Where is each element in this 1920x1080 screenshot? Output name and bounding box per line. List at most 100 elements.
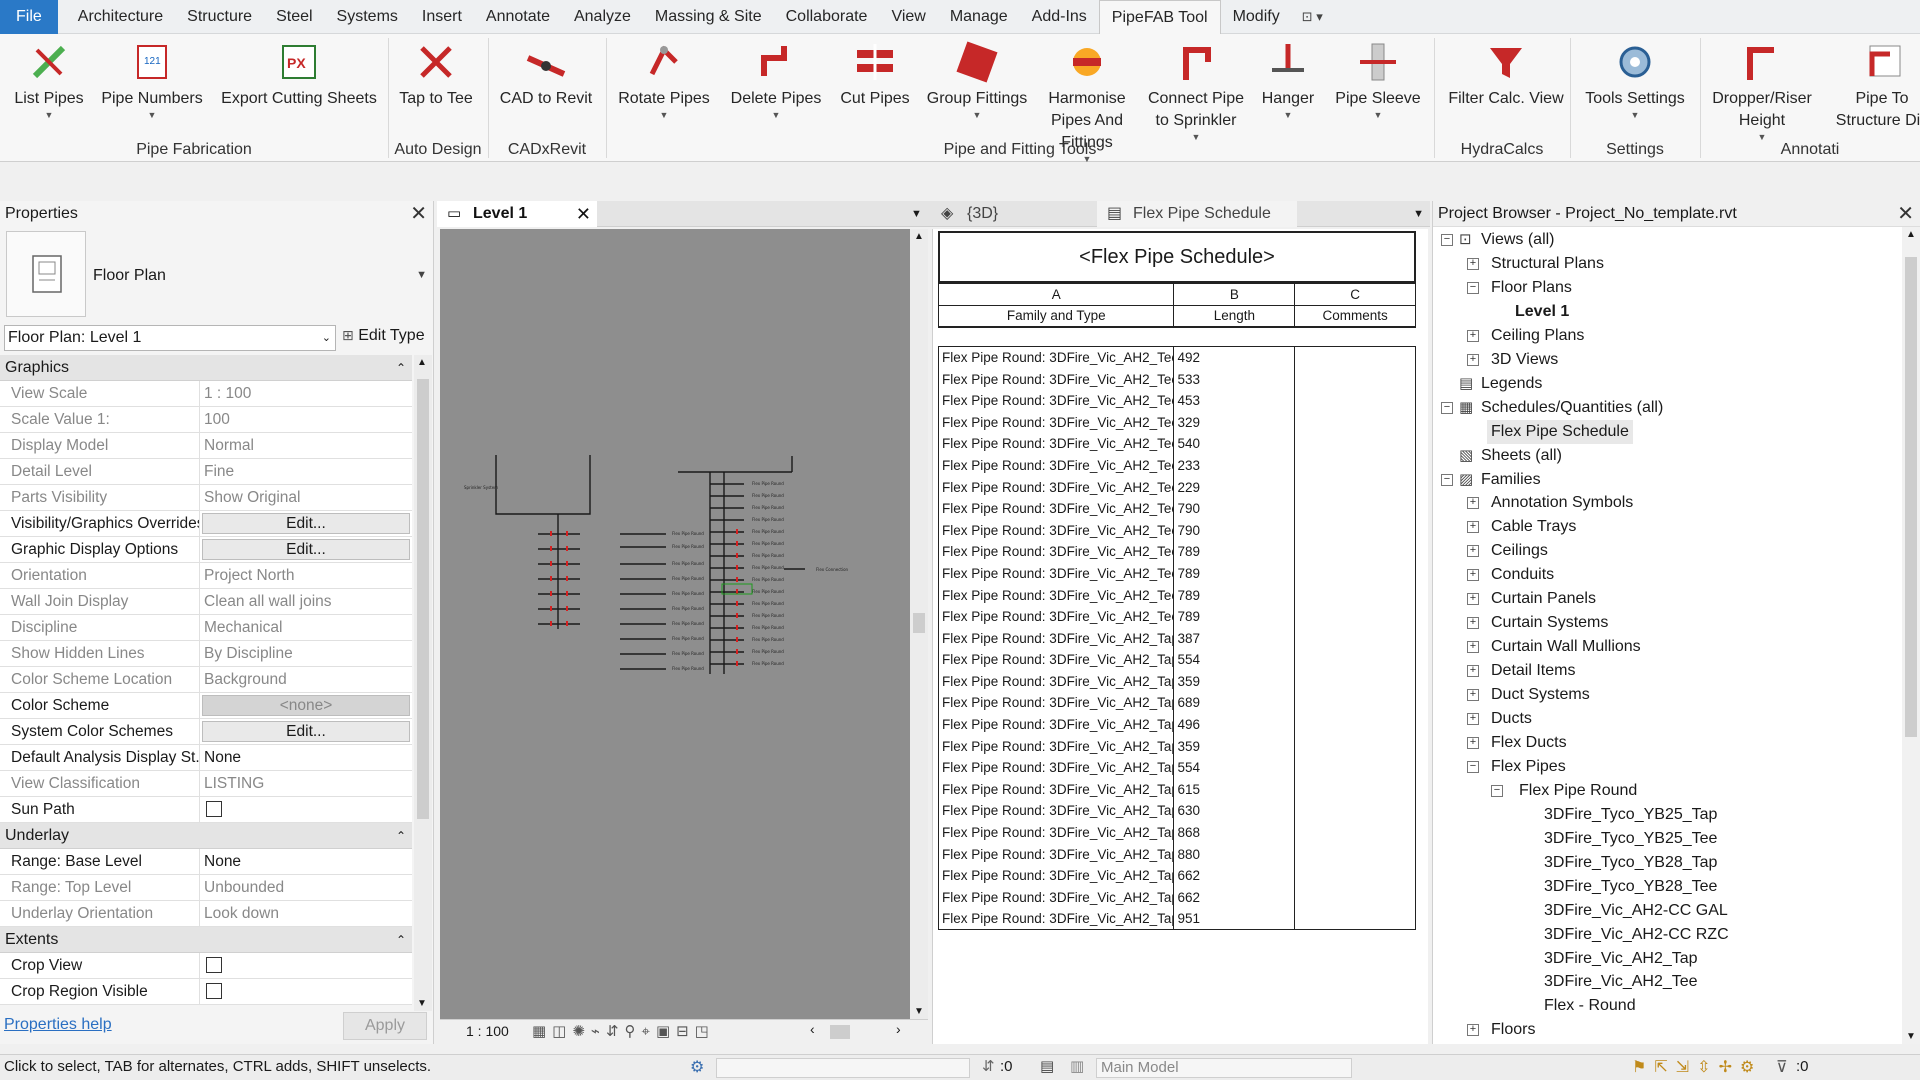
scroll-up-icon[interactable]: ▲ [417,357,427,368]
main-model-dropdown[interactable]: Main Model [1096,1058,1352,1078]
length-cell[interactable]: 789 [1173,584,1296,606]
comments-cell[interactable] [1294,605,1416,628]
ribbon-button-11[interactable]: Hanger ▼ [1248,34,1328,146]
ribbon-button-10[interactable]: Connect Pipe to Sprinkler ▼ [1146,34,1246,146]
property-row[interactable]: Crop View [0,953,412,979]
length-cell[interactable]: 868 [1173,821,1296,844]
property-value[interactable]: Unbounded [200,875,412,900]
worksharing-icon[interactable]: ⚙ [690,1057,704,1077]
ribbon-button-13[interactable]: Filter Calc. View [1436,34,1576,146]
section-underlay[interactable]: Underlay ⌃ [0,823,412,849]
selection-filter-icons[interactable]: ⚑⇱⇲⇳✢⚙ [1632,1057,1762,1077]
type-thumbnail[interactable] [6,231,86,317]
length-cell[interactable]: 789 [1173,605,1296,628]
property-row[interactable]: Default Analysis Display St... None [0,745,412,771]
type-dropdown-icon[interactable]: ▼ [416,269,427,281]
ribbon-button-5[interactable]: Rotate Pipes ▼ [612,34,716,146]
property-row[interactable]: Sun Path [0,797,412,823]
browser-item[interactable]: 3DFire_Tyco_YB25_Tap [1433,803,1903,827]
column-letter[interactable]: B [1173,283,1296,306]
comments-cell[interactable] [1294,541,1416,563]
ribbon-button-16[interactable]: Pipe To Structure Dis [1822,34,1920,146]
comments-cell[interactable] [1294,843,1416,865]
expand-icon[interactable]: + [1467,593,1479,606]
expand-icon[interactable]: + [1467,1024,1479,1037]
collapse-icon[interactable]: − [1441,473,1453,486]
property-value[interactable]: By Discipline [200,641,412,666]
table-row[interactable]: Flex Pipe Round: 3DFire_Vic_AH2_Tee 453 [937,389,1416,412]
browser-item[interactable]: + Annotation Symbols [1433,491,1903,515]
close-icon[interactable]: ✕ [410,201,427,227]
table-row[interactable]: Flex Pipe Round: 3DFire_Vic_AH2_Tee 789 [937,584,1416,606]
family-type-cell[interactable]: Flex Pipe Round: 3DFire_Vic_AH2_Tap [937,821,1175,844]
property-row[interactable]: Discipline Mechanical [0,615,412,641]
scroll-down-icon[interactable]: ▼ [417,998,427,1009]
collapse-icon[interactable]: − [1441,234,1453,246]
chevron-down-icon[interactable]: ▼ [100,110,204,120]
table-row[interactable]: Flex Pipe Round: 3DFire_Vic_AH2_Tee 533 [937,368,1416,390]
table-row[interactable]: Flex Pipe Round: 3DFire_Vic_AH2_Tee 790 [937,519,1416,542]
menu-tab-5[interactable]: Insert [410,0,474,34]
browser-item[interactable]: ▤ Legends [1433,372,1903,396]
comments-cell[interactable] [1294,800,1416,822]
comments-cell[interactable] [1294,411,1416,434]
browser-item[interactable]: − Flex Pipe Round [1433,779,1903,803]
length-cell[interactable]: 492 [1173,346,1296,369]
length-cell[interactable]: 453 [1173,389,1296,412]
table-row[interactable]: Flex Pipe Round: 3DFire_Vic_AH2_Tap 554 [937,649,1416,671]
property-row[interactable]: Wall Join Display Clean all wall joins [0,589,412,615]
property-value[interactable]: LISTING [200,771,412,796]
table-row[interactable]: Flex Pipe Round: 3DFire_Vic_AH2_Tap 554 [937,756,1416,779]
table-row[interactable]: Flex Pipe Round: 3DFire_Vic_AH2_Tap 689 [937,692,1416,714]
column-header[interactable]: Length [1173,304,1296,328]
browser-item[interactable]: − ▨ Families [1433,468,1903,492]
table-row[interactable]: Flex Pipe Round: 3DFire_Vic_AH2_Tap 630 [937,800,1416,822]
family-type-cell[interactable]: Flex Pipe Round: 3DFire_Vic_AH2_Tap [937,800,1175,822]
browser-scrollbar[interactable]: ▲ ▼ [1902,227,1920,1044]
family-type-cell[interactable]: Flex Pipe Round: 3DFire_Vic_AH2_Tap [937,713,1175,736]
ribbon-button-2[interactable]: PX Export Cutting Sheets [220,34,378,146]
table-row[interactable]: Flex Pipe Round: 3DFire_Vic_AH2_Tee 789 [937,562,1416,585]
browser-item[interactable]: Flex - Round [1433,994,1903,1018]
comments-cell[interactable] [1294,649,1416,671]
table-row[interactable]: Flex Pipe Round: 3DFire_Vic_AH2_Tap 387 [937,627,1416,649]
canvas-scrollbar[interactable]: ▲ ▼ [910,229,928,1019]
ribbon-button-6[interactable]: Delete Pipes ▼ [724,34,828,146]
browser-item[interactable]: + Ceilings [1433,539,1903,563]
comments-cell[interactable] [1294,821,1416,844]
property-row[interactable]: Crop Region Visible [0,979,412,1005]
chevron-down-icon[interactable]: ▼ [1248,110,1328,120]
properties-help-link[interactable]: Properties help [4,1016,112,1034]
table-row[interactable]: Flex Pipe Round: 3DFire_Vic_AH2_Tee 233 [937,454,1416,477]
ribbon-button-1[interactable]: 121 Pipe Numbers ▼ [100,34,204,146]
scroll-left-icon[interactable]: ‹ [810,1021,815,1037]
length-cell[interactable]: 790 [1173,497,1296,520]
properties-scrollbar[interactable]: ▲ ▼ [414,355,432,1011]
view-tab-dropdown-icon[interactable]: ▼ [911,201,922,227]
collapse-icon[interactable]: ⌃ [396,927,406,953]
expand-icon[interactable]: + [1467,353,1479,366]
table-row[interactable]: Flex Pipe Round: 3DFire_Vic_AH2_Tee 790 [937,497,1416,520]
browser-item[interactable]: + Floors [1433,1018,1903,1042]
comments-cell[interactable] [1294,670,1416,693]
design-option-set-icon[interactable]: ▥ [1070,1057,1084,1075]
family-type-cell[interactable]: Flex Pipe Round: 3DFire_Vic_AH2_Tap [937,756,1175,779]
expand-icon[interactable]: + [1467,329,1479,342]
length-cell[interactable]: 615 [1173,778,1296,801]
property-value[interactable]: None [200,745,412,770]
browser-item[interactable]: 3DFire_Vic_AH2_Tap [1433,947,1903,971]
scroll-down-icon[interactable]: ▼ [1906,1031,1916,1042]
comments-cell[interactable] [1294,368,1416,390]
horizontal-scroll-thumb[interactable] [830,1025,850,1039]
property-row[interactable]: View Classification LISTING [0,771,412,797]
ribbon-button-14[interactable]: Tools Settings ▼ [1580,34,1690,146]
table-row[interactable]: Flex Pipe Round: 3DFire_Vic_AH2_Tap 496 [937,713,1416,736]
table-row[interactable]: Flex Pipe Round: 3DFire_Vic_AH2_Tee 789 [937,605,1416,628]
property-value[interactable]: 1 : 100 [200,381,412,406]
view-scale-label[interactable]: 1 : 100 [466,1023,509,1039]
expand-icon[interactable]: + [1467,521,1479,534]
browser-item[interactable]: 3DFire_Tyco_YB28_Tap [1433,851,1903,875]
ribbon-button-4[interactable]: CAD to Revit [496,34,596,146]
property-checkbox[interactable] [206,983,222,999]
column-letter[interactable]: C [1294,283,1416,306]
